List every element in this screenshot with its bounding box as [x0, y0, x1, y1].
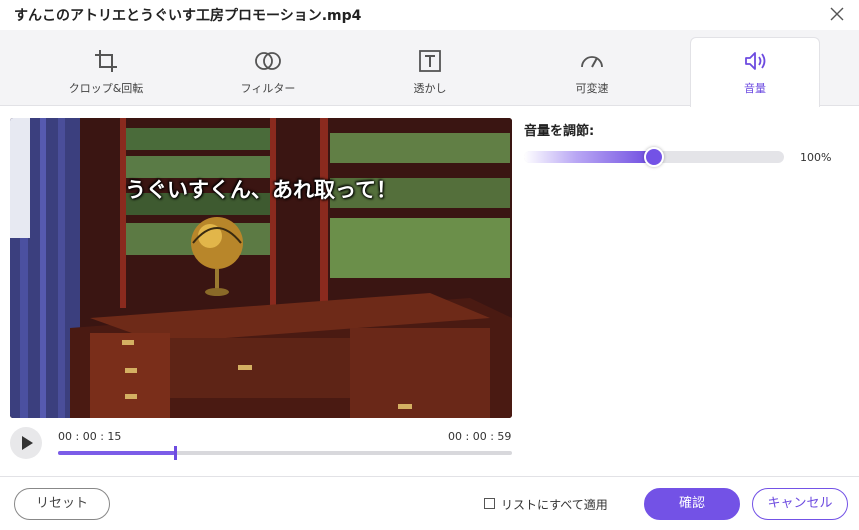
reset-button[interactable]: リセット: [14, 488, 110, 520]
video-subtitle: うぐいすくん、あれ取って！: [125, 178, 397, 202]
volume-slider-knob[interactable]: [644, 147, 664, 167]
play-icon: [22, 436, 33, 450]
tab-volume[interactable]: 音量: [690, 37, 820, 107]
tab-bar: クロップ&回転 フィルター 透かし 可変速 音量: [0, 30, 859, 107]
apply-all-checkbox[interactable]: [484, 498, 495, 509]
total-time: 00 : 00 : 59: [448, 430, 512, 443]
volume-slider[interactable]: [524, 147, 784, 167]
current-time: 00 : 00 : 15: [58, 430, 122, 443]
cancel-button[interactable]: キャンセル: [752, 488, 848, 520]
video-preview[interactable]: うぐいすくん、あれ取って！: [10, 118, 512, 418]
footer-divider: [0, 476, 859, 477]
tab-label: クロップ&回転: [68, 82, 144, 95]
close-icon[interactable]: [829, 6, 845, 22]
tab-filter[interactable]: フィルター: [204, 38, 332, 105]
filter-icon: [255, 52, 281, 70]
seek-bar[interactable]: [58, 446, 512, 460]
tab-crop-rotate[interactable]: クロップ&回転: [42, 38, 170, 105]
seek-bar-fill: [58, 451, 176, 455]
tab-speed[interactable]: 可変速: [528, 38, 656, 105]
window-title: すんこのアトリエとうぐいす工房プロモーション.mp4: [14, 8, 362, 24]
title-bar: すんこのアトリエとうぐいす工房プロモーション.mp4: [0, 0, 859, 30]
tab-label: 音量: [744, 82, 766, 95]
volume-slider-fill: [524, 151, 654, 163]
apply-all-label: リストにすべて適用: [501, 498, 608, 512]
video-frame: [10, 118, 512, 418]
tab-label: 可変速: [575, 82, 609, 95]
tab-label: フィルター: [240, 82, 296, 95]
play-button[interactable]: [10, 427, 42, 459]
speaker-volume-icon: [745, 52, 766, 70]
crop-rotate-icon: [95, 50, 117, 72]
tab-label: 透かし: [413, 82, 447, 95]
speed-gauge-icon: [581, 56, 603, 68]
volume-label: 音量を調節:: [524, 124, 595, 139]
volume-value: 100%: [800, 151, 832, 164]
seek-handle[interactable]: [174, 446, 178, 460]
confirm-button[interactable]: 確認: [644, 488, 740, 520]
tab-watermark[interactable]: 透かし: [366, 38, 494, 105]
watermark-icon: [419, 50, 441, 72]
